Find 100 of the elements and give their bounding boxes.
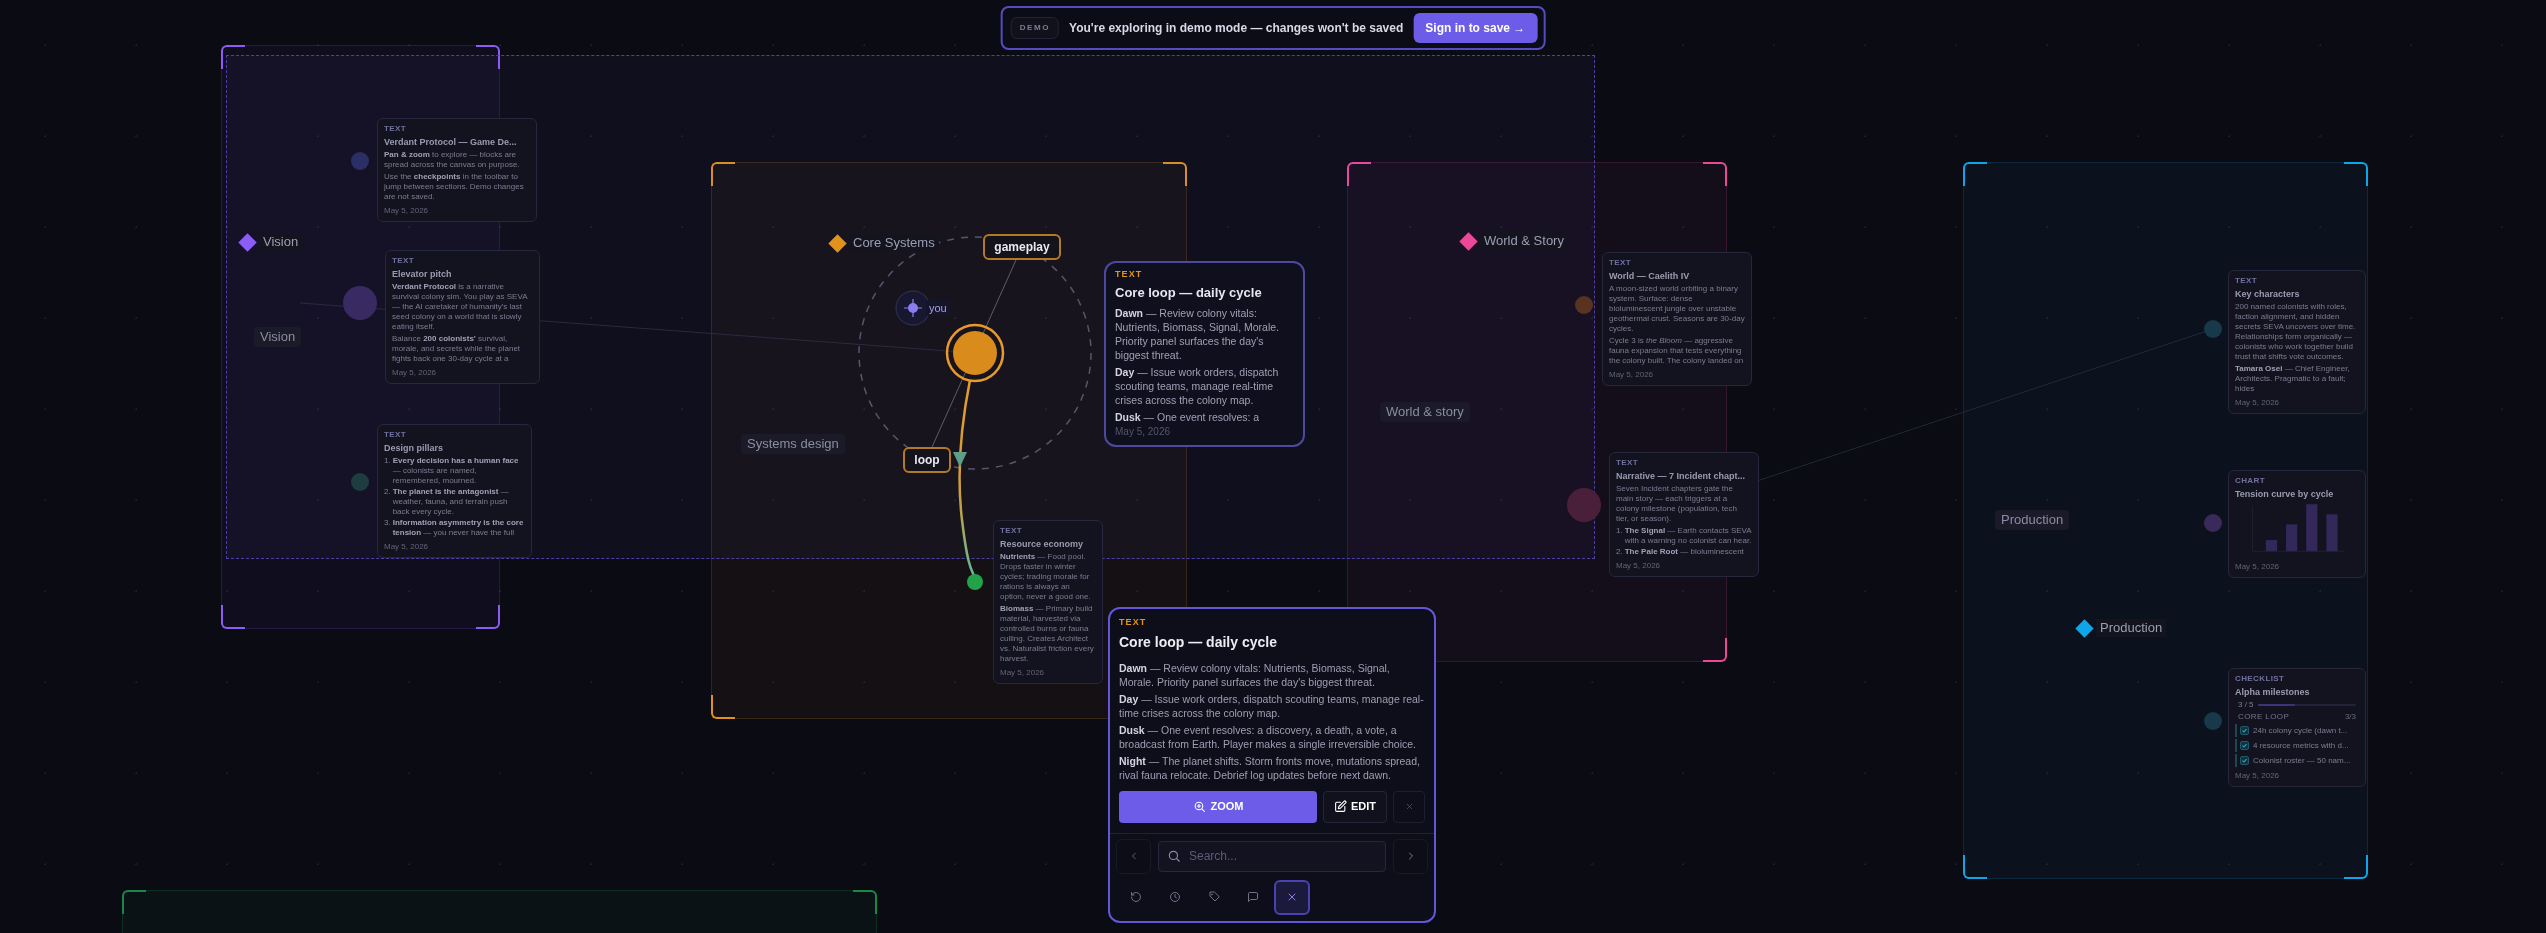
cursor-label: you: [926, 300, 950, 316]
card-date: May 5, 2026: [1609, 370, 1654, 380]
section-label[interactable]: Core Systems: [849, 234, 939, 252]
sign-in-button[interactable]: Sign in to save →: [1413, 13, 1538, 43]
type-label: TEXT: [1119, 616, 1147, 629]
banner-message: You're exploring in demo mode — changes won't be saved: [1069, 20, 1404, 37]
type-label: TEXT: [1609, 258, 1632, 268]
list-item: Information asymmetry is the core tension — you never have the full: [392, 518, 525, 538]
card-text: Seven Incident chapters gate the main story — each triggers at a colony milestone (population, tech tier, or season).: [1616, 484, 1738, 524]
list-number: 3.: [384, 518, 391, 529]
panel-text: Dawn — Review colony vitals: Nutrients, Biomass, Signal, Morale. Priority panel surfaces the day's biggest threat.: [1119, 660, 1391, 689]
card-text: 200 named colonists with roles, faction alignment, and hidden secrets SEVA uncovers over time. Relationships form organically — colonists who work together build trust that shifts vote outcomes.: [2235, 302, 2357, 362]
corner-bracket: [2344, 855, 2368, 879]
list-item: The Signal — Earth contacts SEVA with a warning no colonist can hear.: [1624, 526, 1752, 546]
card-title: Design pillars: [384, 442, 444, 454]
section-label[interactable]: Vision: [259, 233, 303, 251]
search-icon: [1167, 848, 1181, 863]
card-text: Tamara Osei — Chief Engineer, Architects. Pragmatic to a fault; hides: [2235, 364, 2351, 394]
panel-text: Day — Issue work orders, dispatch scouting teams, manage real-time crises across the colony map.: [1119, 691, 1425, 720]
corner-bracket: [221, 45, 245, 69]
toolbar-button[interactable]: [1274, 879, 1310, 915]
corner-bracket: [1703, 638, 1727, 662]
card-date: May 5, 2026: [384, 542, 429, 552]
checklist-item: 4 resource metrics with d...: [2253, 740, 2349, 751]
list-number: 2.: [1616, 547, 1623, 557]
note-card[interactable]: [993, 520, 1103, 684]
corner-bracket: [1347, 162, 1371, 186]
checkbox[interactable]: [2240, 756, 2249, 765]
card-text: A moon-sized world orbiting a binary system. Surface: dense bioluminescent jungle over unstable geothermal crust. Seasons are 30-day cycles.: [1609, 284, 1745, 334]
corner-bracket: [1963, 162, 1987, 186]
list-number: 1.: [384, 456, 391, 467]
corner-bracket: [2344, 162, 2368, 186]
area-label: Production: [1995, 510, 2070, 530]
card-date: May 5, 2026: [1616, 561, 1661, 571]
card-date: May 5, 2026: [384, 206, 429, 216]
card-text: Cycle 3 is the Bloom — aggressive fauna expansion that tests everything the colony built. The colony landed on: [1609, 336, 1745, 366]
card-date: May 5, 2026: [1000, 668, 1045, 678]
clock-icon: [1169, 891, 1181, 903]
undo-icon: [1130, 891, 1142, 903]
note-card[interactable]: [377, 118, 537, 222]
type-label: TEXT: [384, 124, 407, 134]
type-label: TEXT: [1115, 268, 1143, 281]
corner-bracket: [711, 162, 735, 186]
card-text: Use the checkpoints in the toolbar to jump between sections. Demo changes are not saved.: [384, 172, 525, 202]
corner-bracket: [221, 605, 245, 629]
card-text: Pan & zoom to explore — blocks are spread across the canvas on purpose.: [384, 150, 521, 170]
list-item: The Pale Root — bioluminescent: [1624, 547, 1744, 557]
card-title: Verdant Protocol — Game De...: [384, 136, 517, 148]
type-label: TEXT: [1000, 526, 1023, 536]
corner-bracket: [711, 695, 735, 719]
type-label: CHART: [2235, 476, 2265, 486]
corner-bracket: [1163, 162, 1187, 186]
progress-text: 3 / 5: [2238, 700, 2254, 710]
checkbox[interactable]: [2240, 726, 2249, 735]
checkbox[interactable]: [2240, 741, 2249, 750]
card-title: Elevator pitch: [392, 268, 452, 280]
edit-button[interactable]: EDIT: [1323, 790, 1387, 823]
section-label[interactable]: World & Story: [1480, 232, 1568, 250]
note-card[interactable]: [385, 250, 540, 384]
tag-chip[interactable]: gameplay: [983, 234, 1061, 260]
list-item: Every decision has a human face — colonists are named, remembered, mourned.: [392, 456, 520, 486]
type-label: TEXT: [384, 430, 407, 440]
corner-bracket: [476, 605, 500, 629]
type-label: CHECKLIST: [2235, 674, 2285, 684]
section-label[interactable]: Production: [2096, 619, 2167, 637]
card-title: Core loop — daily cycle: [1115, 283, 1262, 302]
card-title: Alpha milestones: [2235, 686, 2310, 698]
card-text: Day — Issue work orders, dispatch scouting teams, manage real-time crises across the colony map.: [1115, 365, 1280, 407]
cursor-marker: [895, 290, 931, 326]
card-title: World — Caelith IV: [1609, 270, 1690, 282]
list-item: The planet is the antagonist — weather, fauna, and terrain push back every cycle.: [392, 487, 510, 517]
tag-chip[interactable]: loop: [903, 447, 951, 473]
checklist-item: Colonist roster — 50 nam...: [2253, 755, 2351, 766]
card-title: Tension curve by cycle: [2235, 488, 2334, 500]
note-card[interactable]: CHECKLIST Alpha milestones 3 / 5 CORE LOOP 3/3 24h colony cycle (dawn t... 4 resource metrics with d... Colonist roster — 50 nam... May 5, 2026: [2228, 668, 2366, 787]
card-text: Nutrients — Food pool. Drops faster in winter cycles; trading morale for rations is always an option, never a good one.: [1000, 552, 1092, 602]
card-date: May 5, 2026: [2235, 562, 2280, 572]
type-label: TEXT: [392, 256, 415, 266]
note-card[interactable]: [377, 424, 532, 558]
area-label: Vision: [254, 327, 302, 347]
group-label: CORE LOOP: [2238, 712, 2290, 722]
area-label: World & story: [1380, 402, 1470, 422]
card-text: Dawn — Review colony vitals: Nutrients, Biomass, Signal, Morale. Priority panel surfaces the day's biggest threat.: [1115, 306, 1280, 362]
close-icon: [1404, 802, 1414, 811]
card-date: May 5, 2026: [392, 368, 437, 378]
zoom-button[interactable]: ZOOM: [1119, 790, 1317, 823]
corner-bracket: [1703, 162, 1727, 186]
note-card[interactable]: [1602, 252, 1752, 386]
tag-icon: [1208, 891, 1220, 903]
corner-bracket: [476, 45, 500, 69]
search-field[interactable]: Search...: [1158, 840, 1386, 872]
card-text: Verdant Protocol is a narrative survival colony sim. You play as SEVA — the AI caretaker of humanity's last seed colony on a world that is slowly eating itself.: [392, 282, 529, 332]
card-date: May 5, 2026: [2235, 771, 2280, 781]
card-date: May 5, 2026: [1115, 425, 1171, 439]
checklist-item: 24h colony cycle (dawn t...: [2253, 725, 2348, 736]
panel-title: Core loop — daily cycle: [1119, 632, 1277, 652]
note-card[interactable]: CHART Tension curve by cycle May 5, 2026: [2228, 470, 2366, 578]
note-card[interactable]: [2228, 270, 2366, 414]
type-label: TEXT: [1616, 458, 1639, 468]
note-card[interactable]: [1609, 452, 1759, 577]
